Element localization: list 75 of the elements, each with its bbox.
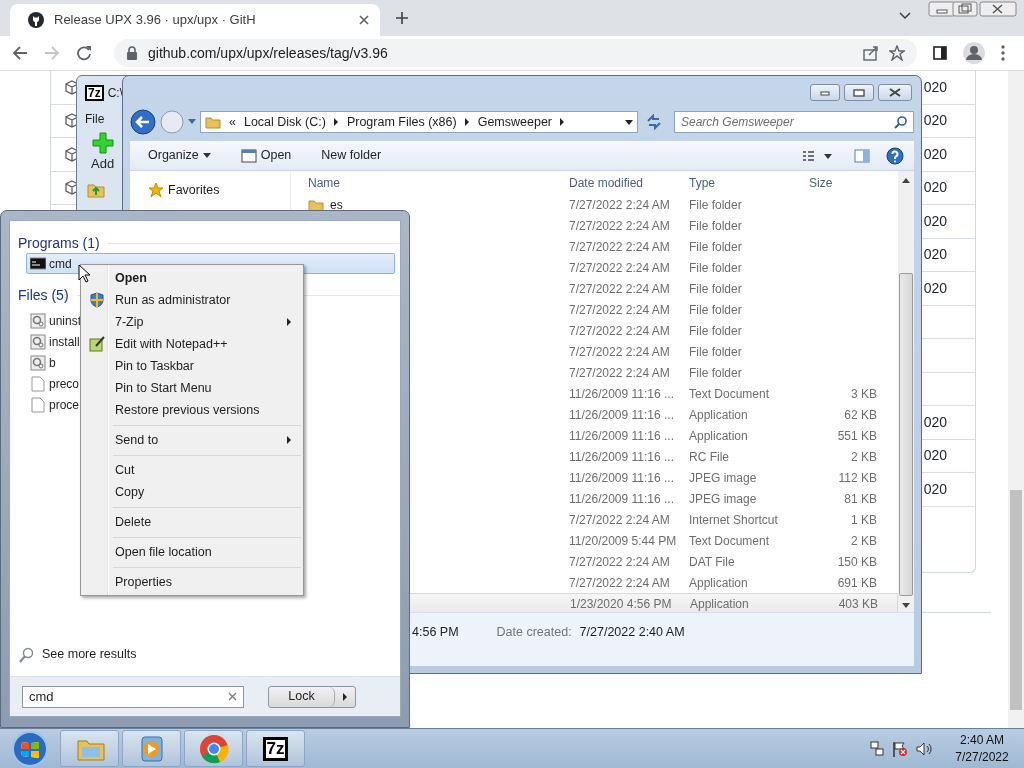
app-icon: 7z: [262, 736, 289, 761]
app-icon: 7z: [85, 85, 104, 101]
row-text: 020: [923, 211, 947, 231]
date-cell-text: 7/27/2022 2:24 AM: [568, 364, 671, 382]
date-cell-text: 11/26/2009 11:16 ...: [568, 406, 675, 424]
type-cell-text: Application: [689, 595, 750, 613]
date-cell-text: 11/26/2009 11:16 ...: [568, 448, 675, 466]
row-text: 020: [923, 111, 947, 131]
type-cell-text: Application: [688, 427, 749, 445]
type-cell-text: File folder: [688, 343, 743, 361]
date-cell-text: 11/26/2009 11:16 ...: [568, 490, 675, 508]
row-text: 020: [923, 278, 947, 298]
type-cell-text: File folder: [688, 238, 743, 256]
size-cell-text: 81 KB: [843, 490, 877, 508]
url-text: github.com/upx/upx/releases/tag/v3.96: [148, 43, 389, 63]
date-cell-text: 7/27/2022 2:24 AM: [568, 196, 671, 214]
size-cell-text: 112 KB: [837, 469, 877, 487]
detail-value: 7/27/2022 2:40 AM: [579, 624, 685, 641]
row-text: 020: [923, 178, 947, 198]
date-cell-text: 7/27/2022 2:24 AM: [568, 280, 671, 298]
date-cell-text: 7/27/2022 2:24 AM: [568, 553, 671, 571]
group-title: Programs (1): [18, 233, 100, 253]
size-cell-text: 403 KB: [837, 595, 878, 613]
row-text: 020: [923, 412, 947, 432]
row-text: 020: [923, 144, 947, 164]
type-cell-text: Application: [688, 574, 749, 592]
breadcrumb-separator: «: [229, 113, 236, 131]
date-cell-text: 1/23/2020 4:56 PM: [569, 595, 673, 613]
date-cell-text: 7/27/2022 2:24 AM: [568, 574, 671, 592]
clock-time: 2:40 AM: [959, 731, 1005, 749]
type-cell-text: DAT File: [688, 553, 736, 571]
date-cell-text: 7/27/2022 2:24 AM: [568, 322, 671, 340]
date-cell-text: 11/20/2009 5:44 PM: [568, 532, 678, 550]
type-cell-text: File folder: [688, 259, 743, 277]
date-cell-text: 7/27/2022 2:24 AM: [568, 259, 671, 277]
size-cell-text: 2 KB: [850, 532, 877, 550]
type-cell-text: Text Document: [688, 385, 771, 403]
date-cell-text: 11/26/2009 11:16 ...: [568, 427, 675, 445]
date-cell-text: 7/27/2022 2:24 AM: [568, 511, 671, 529]
date-cell-text: 7/27/2022 2:24 AM: [568, 301, 671, 319]
type-cell-text: JPEG image: [688, 490, 758, 508]
size-cell-text: 691 KB: [836, 574, 877, 592]
detail-value: 4:56 PM: [412, 624, 459, 641]
date-cell-text: 7/27/2022 2:24 AM: [568, 217, 671, 235]
placeholder-text: Search Gemsweeper: [681, 114, 794, 131]
detail-label: Date created:: [496, 624, 572, 641]
size-cell-text: 551 KB: [836, 427, 877, 445]
type-cell-text: File folder: [688, 301, 743, 319]
type-cell-text: Application: [688, 406, 749, 424]
size-cell-text: 150 KB: [836, 553, 877, 571]
size-cell-text: 62 KB: [843, 406, 877, 424]
date-cell-text: 11/26/2009 11:16 ...: [568, 385, 675, 403]
type-cell-text: File folder: [688, 322, 743, 340]
file-name: es: [330, 196, 343, 214]
type-cell-text: File folder: [688, 364, 743, 382]
type-cell-text: Internet Shortcut: [688, 511, 779, 529]
type-cell-text: RC File: [688, 448, 730, 466]
type-cell-text: File folder: [688, 280, 743, 298]
date-cell-text: 7/27/2022 2:24 AM: [568, 343, 671, 361]
clock-date: 7/27/2022: [954, 748, 1010, 766]
date-cell-text: 11/26/2009 11:16 ...: [568, 469, 675, 487]
size-cell-text: 1 KB: [850, 511, 877, 529]
row-text: 020: [923, 479, 947, 499]
size-cell-text: 2 KB: [850, 448, 877, 466]
type-cell-text: Text Document: [688, 532, 771, 550]
row-text: 020: [923, 446, 947, 466]
type-cell-text: File folder: [688, 217, 743, 235]
type-cell-text: File folder: [688, 196, 743, 214]
row-text: 020: [923, 77, 947, 97]
row-text: 020: [923, 245, 947, 265]
group-title: Files (5): [18, 285, 69, 305]
size-cell-text: 3 KB: [850, 385, 877, 403]
date-cell-text: 7/27/2022 2:24 AM: [568, 238, 671, 256]
type-cell-text: JPEG image: [688, 469, 758, 487]
tab-title: Release UPX 3.96 · upx/upx · GitH: [54, 11, 257, 30]
